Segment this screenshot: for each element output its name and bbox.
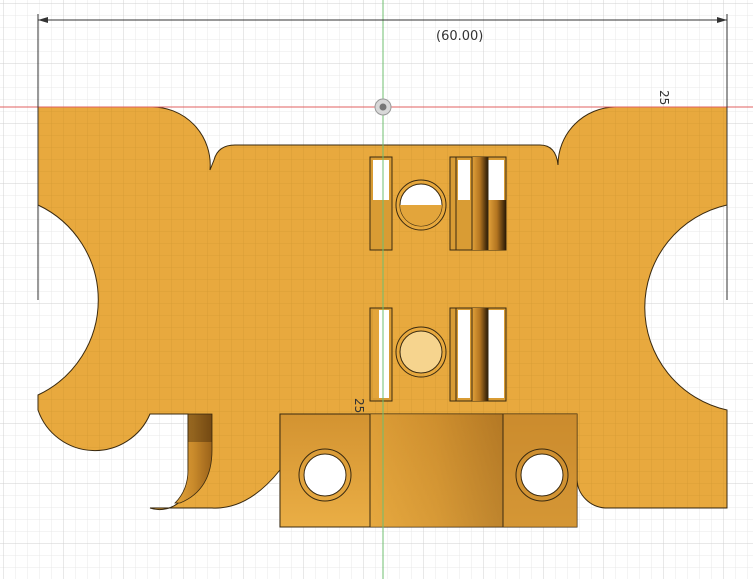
sketch-canvas[interactable] [0,0,753,579]
bottom-left-bolt-hole[interactable] [298,448,352,502]
left-tab-dark [188,414,212,442]
origin-point-icon[interactable] [374,98,392,116]
canvas-viewport[interactable] [0,0,753,579]
horizontal-dimension-label[interactable]: (60.00) [436,29,483,44]
bottom-right-bolt-hole[interactable] [515,448,569,502]
right-dimension-label[interactable]: 25 [657,90,671,105]
center-dimension-label[interactable]: 25 [352,398,366,413]
